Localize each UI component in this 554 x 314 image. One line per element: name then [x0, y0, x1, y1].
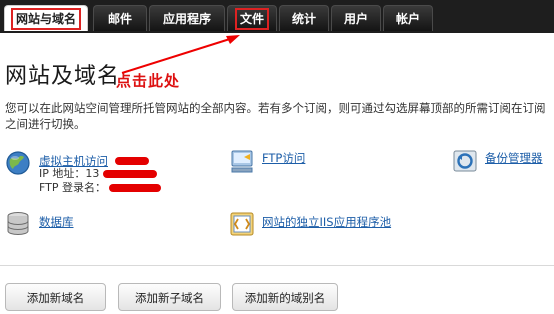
redaction-mark [109, 184, 162, 192]
database-tool: 数据库 [5, 211, 145, 241]
tab-websites-domains[interactable]: 网站与域名 [4, 5, 88, 31]
tab-users[interactable]: 用户 [331, 5, 381, 31]
redaction-mark [102, 170, 157, 178]
database-icon [7, 212, 29, 236]
tab-account[interactable]: 帐户 [383, 5, 433, 31]
tab-files[interactable]: 文件 [227, 5, 277, 31]
annotation-text: 点击此处 [116, 72, 181, 90]
iis-app-pool-tool: 网站的独立IIS应用程序池 [229, 211, 429, 241]
ftp-login-label: FTP 登录名： [39, 181, 106, 194]
ftp-access-link[interactable]: FTP访问 [262, 150, 305, 166]
tab-label: 邮件 [107, 12, 132, 26]
add-domain-button[interactable]: 添加新域名 [5, 283, 106, 311]
add-subdomain-button[interactable]: 添加新子域名 [118, 283, 221, 311]
add-domain-alias-button[interactable]: 添加新的域别名 [232, 283, 338, 311]
backup-manager-link[interactable]: 备份管理器 [485, 150, 543, 166]
ip-address-line: IP 地址：13 [39, 167, 157, 181]
tab-statistics[interactable]: 统计 [279, 5, 329, 31]
backup-icon [453, 150, 477, 172]
top-navigation: 网站与域名 邮件 应用程序 文件 统计 用户 帐户 [0, 0, 554, 33]
tab-label: 文件 [234, 8, 269, 30]
hosting-access-link[interactable]: 虚拟主机访问 [39, 154, 108, 168]
tab-applications[interactable]: 应用程序 [149, 5, 225, 31]
app-pool-icon [230, 212, 254, 236]
tab-label: 应用程序 [162, 12, 211, 26]
iis-app-pool-link[interactable]: 网站的独立IIS应用程序池 [262, 214, 391, 230]
page-description: 您可以在此网站空间管理所托管网站的全部内容。若有多个订阅，则可通过勾选屏幕顶部的… [5, 101, 546, 131]
hosting-access-tool: 虚拟主机访问 IP 地址：13 FTP 登录名： [5, 150, 205, 200]
backup-manager-tool: 备份管理器 [452, 148, 552, 178]
divider [0, 265, 554, 266]
ftp-access-tool: FTP访问 [229, 148, 389, 178]
tab-mail[interactable]: 邮件 [93, 5, 147, 31]
ftp-login-line: FTP 登录名： [39, 181, 162, 195]
tab-label: 统计 [291, 12, 316, 26]
globe-icon [6, 151, 30, 175]
ftp-server-icon [231, 150, 253, 173]
database-link[interactable]: 数据库 [39, 214, 74, 230]
page-title: 网站及域名 [5, 64, 121, 89]
tab-label: 网站与域名 [10, 8, 81, 30]
tab-label: 帐户 [395, 12, 420, 26]
redaction-mark [115, 156, 150, 165]
ip-address-label: IP 地址：13 [39, 167, 100, 180]
tab-label: 用户 [343, 12, 368, 26]
